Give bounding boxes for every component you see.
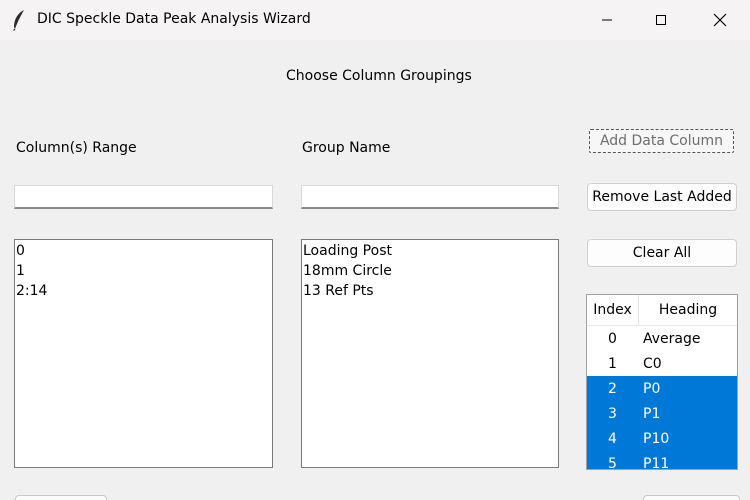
back-button-partial[interactable]: [15, 495, 107, 500]
close-icon: [713, 13, 727, 27]
row-heading: P0: [643, 380, 661, 397]
maximize-button[interactable]: [638, 0, 684, 40]
window-title: DIC Speckle Data Peak Analysis Wizard: [37, 11, 311, 27]
minimize-icon: [602, 19, 612, 21]
table-header: Index Heading: [587, 295, 737, 326]
table-row[interactable]: 4 P10: [587, 426, 737, 451]
feather-icon: [12, 9, 26, 31]
list-item[interactable]: 2:14: [16, 281, 271, 301]
row-heading: P1: [643, 405, 661, 422]
row-index: 1: [608, 355, 617, 372]
wizard-window: DIC Speckle Data Peak Analysis Wizard Ch…: [0, 0, 750, 500]
clear-all-button[interactable]: Clear All: [587, 239, 737, 267]
table-row[interactable]: 0 Average: [587, 326, 737, 351]
next-button-partial[interactable]: [643, 495, 740, 500]
table-row[interactable]: 5 P11: [587, 451, 737, 470]
row-index: 5: [608, 455, 617, 470]
row-index: 2: [608, 380, 617, 397]
minimize-button[interactable]: [584, 0, 630, 40]
row-heading: C0: [643, 355, 662, 372]
table-row[interactable]: 1 C0: [587, 351, 737, 376]
column-range-list[interactable]: 0 1 2:14: [14, 239, 273, 468]
column-range-label: Column(s) Range: [16, 140, 137, 156]
column-range-input[interactable]: [14, 185, 273, 209]
list-item[interactable]: 1: [16, 261, 271, 281]
row-heading: P11: [643, 455, 670, 470]
group-name-input[interactable]: [301, 185, 559, 209]
list-item[interactable]: 13 Ref Pts: [303, 281, 557, 301]
row-heading: P10: [643, 430, 670, 447]
close-button[interactable]: [697, 0, 743, 40]
add-data-column-button[interactable]: Add Data Column: [589, 129, 734, 153]
table-row[interactable]: 2 P0: [587, 376, 737, 401]
list-item[interactable]: 0: [16, 241, 271, 261]
remove-last-added-button[interactable]: Remove Last Added: [587, 183, 737, 211]
row-index: 3: [608, 405, 617, 422]
page-heading: Choose Column Groupings: [286, 68, 472, 84]
list-item[interactable]: Loading Post: [303, 241, 557, 261]
group-name-list[interactable]: Loading Post 18mm Circle 13 Ref Pts: [301, 239, 559, 468]
row-index: 0: [608, 330, 617, 347]
row-index: 4: [608, 430, 617, 447]
column-heading-table[interactable]: Index Heading 0 Average 1 C0 2 P0 3 P1 4…: [586, 294, 738, 470]
heading-column-header[interactable]: Heading: [639, 295, 737, 325]
maximize-icon: [656, 15, 666, 25]
row-heading: Average: [643, 330, 701, 347]
index-column-header[interactable]: Index: [587, 295, 639, 325]
title-bar[interactable]: DIC Speckle Data Peak Analysis Wizard: [0, 0, 750, 40]
list-item[interactable]: 18mm Circle: [303, 261, 557, 281]
table-row[interactable]: 3 P1: [587, 401, 737, 426]
group-name-label: Group Name: [302, 140, 391, 156]
